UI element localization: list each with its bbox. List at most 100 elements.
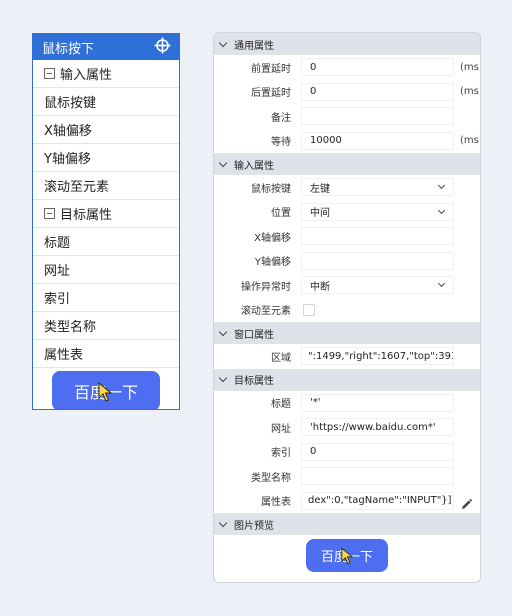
tree-item-label: X轴偏移	[44, 124, 92, 139]
mouse-cursor-icon	[98, 381, 112, 402]
tree-item-attributes[interactable]: 属性表	[33, 340, 179, 368]
prop-label: 鼠标按键	[251, 183, 291, 195]
section-title: 通用属性	[234, 40, 274, 52]
prop-row-scroll: 滚动至元素	[214, 298, 480, 323]
tree-group-input[interactable]: 输入属性	[33, 60, 179, 88]
prop-row-y-offset: Y轴偏移	[214, 249, 480, 274]
prop-label: 位置	[271, 208, 291, 220]
chevron-down-icon	[218, 518, 228, 527]
section-title: 输入属性	[234, 160, 274, 172]
prop-row-on-error: 操作异常时 中断	[214, 273, 480, 298]
on-error-select[interactable]: 中断	[301, 276, 454, 295]
chevron-down-icon	[218, 158, 228, 167]
section-target-header[interactable]: 目标属性	[214, 368, 480, 391]
chevron-down-icon	[437, 182, 446, 190]
unit-label: (ms)	[460, 135, 481, 147]
unit-label: (ms)	[460, 61, 481, 73]
prop-row-url: 网址 'https://www.baidu.com*'	[214, 415, 480, 440]
select-value: 中间	[310, 208, 330, 220]
url-input[interactable]: 'https://www.baidu.com*'	[301, 418, 454, 437]
unit-label: (ms)	[460, 86, 481, 98]
pencil-icon[interactable]	[461, 495, 473, 514]
section-title: 目标属性	[234, 376, 274, 387]
prop-row-x-offset: X轴偏移	[214, 224, 480, 249]
prop-label: 区域	[271, 352, 291, 364]
section-title: 图片预览	[234, 520, 274, 532]
section-title: 窗口属性	[234, 329, 274, 341]
scroll-into-view-checkbox[interactable]	[303, 303, 315, 316]
mouse-cursor-icon	[341, 546, 353, 564]
select-value: 中断	[310, 281, 330, 293]
prop-row-title: 标题 '*'	[214, 391, 480, 416]
y-offset-input[interactable]	[301, 251, 454, 270]
prop-label: 前置延时	[251, 63, 291, 75]
tree-item-label: 索引	[44, 292, 71, 307]
attributes-input[interactable]: dex":0,"tagName":"INPUT"}]}	[301, 491, 454, 510]
prop-row-type-name: 类型名称	[214, 464, 480, 489]
tree-item-mouse-button[interactable]: 鼠标按键	[33, 88, 179, 116]
baidu-search-button-preview: 百度一下	[306, 538, 388, 572]
index-input[interactable]: 0	[301, 442, 454, 461]
activity-tree-panel: 鼠标按下 输入属性 鼠标按键 X轴偏移 Y轴偏移 滚动至元素 目标属性 标题 网…	[32, 33, 180, 410]
properties-panel: 通用属性 前置延时 0 (ms) 后置延时 0 (ms) 备注 等待 10000…	[213, 32, 481, 583]
tree-item-label: Y轴偏移	[44, 152, 91, 167]
tree-item-scroll[interactable]: 滚动至元素	[33, 172, 179, 200]
prop-label: X轴偏移	[254, 232, 291, 244]
x-offset-input[interactable]	[301, 227, 454, 246]
tree-item-label: 网址	[44, 264, 71, 279]
type-name-input[interactable]	[301, 467, 454, 486]
tree-item-title[interactable]: 标题	[33, 228, 179, 256]
tree-item-label: 鼠标按键	[44, 96, 97, 111]
wait-input[interactable]: 10000	[301, 131, 454, 150]
tree-item-label: 滚动至元素	[44, 180, 110, 195]
collapse-icon[interactable]	[44, 68, 55, 79]
prop-row-pre-delay: 前置延时 0 (ms)	[214, 55, 480, 80]
prop-row-index: 索引 0	[214, 440, 480, 465]
prop-row-post-delay: 后置延时 0 (ms)	[214, 80, 480, 105]
prop-row-mouse-button: 鼠标按键 左键	[214, 175, 480, 200]
collapse-icon[interactable]	[44, 208, 55, 219]
note-input[interactable]	[301, 107, 454, 126]
tree-group-target[interactable]: 目标属性	[33, 200, 179, 228]
tree-item-label: 标题	[44, 236, 71, 251]
select-value: 左键	[310, 183, 330, 195]
activity-title: 鼠标按下	[42, 41, 95, 57]
section-general-header[interactable]: 通用属性	[214, 33, 480, 55]
tree-group-label: 输入属性	[60, 68, 113, 83]
position-select[interactable]: 中间	[301, 202, 454, 221]
prop-row-attributes: 属性表 dex":0,"tagName":"INPUT"}]}	[214, 489, 480, 514]
prop-label: 网址	[271, 423, 291, 435]
mouse-button-select[interactable]: 左键	[301, 178, 454, 197]
right-preview: 百度一下	[214, 535, 480, 575]
prop-label: 索引	[271, 448, 291, 460]
baidu-search-button-preview: 百度一下	[52, 370, 160, 409]
prop-label: 操作异常时	[241, 281, 291, 293]
section-preview-header[interactable]: 图片预览	[214, 513, 480, 535]
tree-item-label: 属性表	[44, 348, 84, 363]
tree-item-url[interactable]: 网址	[33, 256, 179, 284]
chevron-down-icon	[437, 280, 446, 288]
prop-row-position: 位置 中间	[214, 200, 480, 225]
chevron-down-icon	[218, 327, 228, 336]
tree-item-y-offset[interactable]: Y轴偏移	[33, 144, 179, 172]
tree-item-label: 类型名称	[44, 320, 97, 335]
chevron-down-icon	[218, 38, 228, 47]
crosshair-icon[interactable]	[154, 37, 171, 58]
tree-item-x-offset[interactable]: X轴偏移	[33, 116, 179, 144]
prop-row-wait: 等待 10000 (ms)	[214, 129, 480, 154]
prop-label: 类型名称	[251, 472, 291, 484]
prop-label: 等待	[271, 137, 291, 149]
title-input[interactable]: '*'	[301, 393, 454, 412]
chevron-down-icon	[218, 373, 228, 383]
pre-delay-input[interactable]: 0	[301, 58, 454, 77]
section-input-header[interactable]: 输入属性	[214, 153, 480, 175]
prop-label: 属性表	[261, 497, 291, 509]
prop-label: 后置延时	[251, 88, 291, 100]
post-delay-input[interactable]: 0	[301, 82, 454, 101]
tree-item-index[interactable]: 索引	[33, 284, 179, 312]
activity-header[interactable]: 鼠标按下	[33, 34, 179, 60]
section-window-header[interactable]: 窗口属性	[214, 322, 480, 344]
prop-row-note: 备注	[214, 104, 480, 129]
tree-item-type-name[interactable]: 类型名称	[33, 312, 179, 340]
region-input[interactable]: ":1499,"right":1607,"top":393}	[301, 347, 454, 366]
